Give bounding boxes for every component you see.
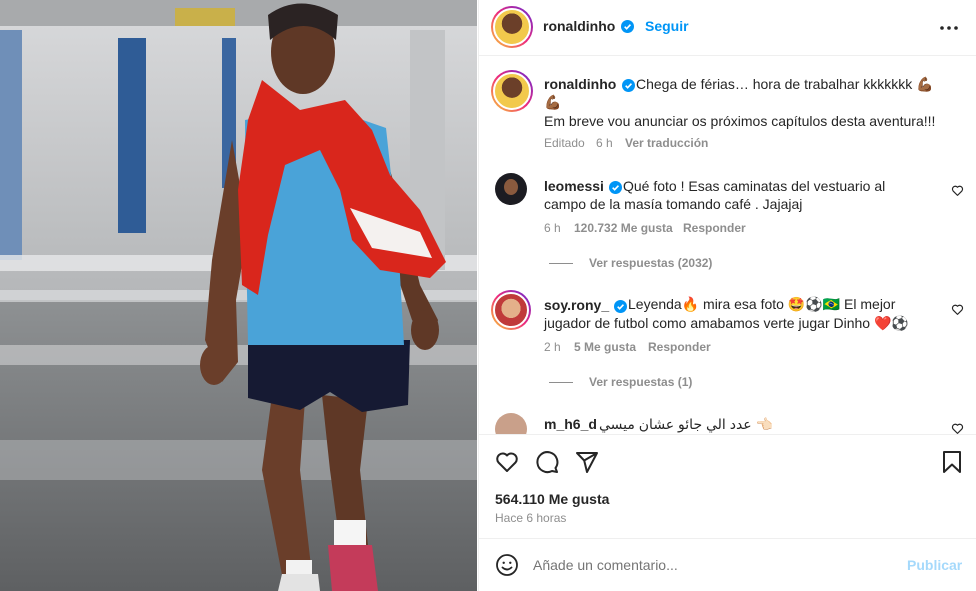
share-paper-plane-icon[interactable] (575, 450, 599, 474)
comment-input[interactable] (533, 553, 893, 577)
like-heart-icon[interactable] (495, 450, 519, 474)
comment-text-line2: jugador de futbol como amabamos verte ju… (544, 315, 909, 331)
emoji-icon[interactable] (495, 553, 519, 577)
follow-button[interactable]: Seguir (645, 18, 689, 34)
comment-text-line1: Qué foto ! Esas caminatas del vestuario … (623, 178, 886, 194)
save-bookmark-icon[interactable] (941, 450, 963, 474)
comment-likes[interactable]: 5 Me gusta (574, 340, 636, 354)
view-replies-button[interactable]: Ver respuestas (1) (549, 375, 692, 389)
comment-avatar[interactable] (495, 173, 527, 205)
caption-text-line3: Em breve vou anunciar os próximos capítu… (544, 113, 936, 129)
like-comment-heart-icon[interactable] (951, 422, 964, 434)
more-options-icon[interactable] (939, 20, 959, 36)
comment-username[interactable]: soy.rony_ (544, 297, 609, 313)
comment-time: 2 h (544, 340, 561, 354)
caption-edited-label: Editado (544, 136, 585, 150)
like-comment-heart-icon[interactable] (951, 303, 964, 316)
replies-divider (549, 382, 573, 384)
comment-bubble-icon[interactable] (535, 450, 559, 474)
comment-text-line2: campo de la masía tomando café . Jajajaj (544, 196, 803, 212)
author-username[interactable]: ronaldinho (543, 18, 615, 34)
view-replies-label: Ver respuestas (2032) (589, 256, 713, 270)
caption-time: 6 h (596, 136, 613, 150)
post-photo[interactable] (0, 0, 477, 591)
translate-link[interactable]: Ver traducción (625, 136, 708, 150)
comment-text-line1: 👈🏻 عدد الي جائو عشان ميسي (599, 416, 773, 432)
publish-button[interactable]: Publicar (907, 557, 962, 573)
comment-text-line1: Leyenda🔥 mira esa foto 🤩⚽🇧🇷 El mejor (628, 296, 896, 312)
caption-text-line1: Chega de férias… hora de trabalhar kkkkk… (636, 76, 934, 92)
verified-badge-icon (614, 300, 627, 313)
caption-avatar[interactable] (491, 70, 533, 112)
post-details-panel: ronaldinho Seguir ronaldinho Chega de fé… (478, 0, 976, 591)
verified-badge-icon (622, 79, 635, 92)
reply-button[interactable]: Responder (648, 340, 711, 354)
post-actions: 564.110 Me gusta Hace 6 horas (479, 434, 976, 538)
comment-likes[interactable]: 120.732 Me gusta (574, 221, 673, 235)
verified-badge-icon (609, 181, 622, 194)
post-likes-count[interactable]: 564.110 Me gusta (495, 491, 609, 507)
post-timestamp[interactable]: Hace 6 horas (495, 511, 566, 525)
photo-illustration (0, 0, 477, 591)
author-avatar[interactable] (491, 6, 533, 48)
comment-time: 6 h (544, 221, 561, 235)
add-comment-bar: Publicar (479, 538, 976, 591)
reply-button[interactable]: Responder (683, 221, 746, 235)
like-comment-heart-icon[interactable] (951, 184, 964, 197)
view-replies-label: Ver respuestas (1) (589, 375, 693, 389)
view-replies-button[interactable]: Ver respuestas (2032) (549, 256, 712, 270)
post-header: ronaldinho Seguir (479, 0, 976, 56)
caption-text-line2: 💪🏾 (544, 94, 562, 110)
comment-username[interactable]: leomessi (544, 178, 604, 194)
comment-avatar[interactable] (491, 290, 531, 330)
comment-item: m_h6_d 👈🏻 عدد الي جائو عشان ميسي (479, 405, 976, 434)
comment-avatar[interactable] (495, 413, 527, 434)
verified-badge-icon (621, 20, 634, 33)
comment-username[interactable]: m_h6_d (544, 416, 597, 432)
caption-username[interactable]: ronaldinho (544, 76, 616, 92)
replies-divider (549, 263, 573, 265)
